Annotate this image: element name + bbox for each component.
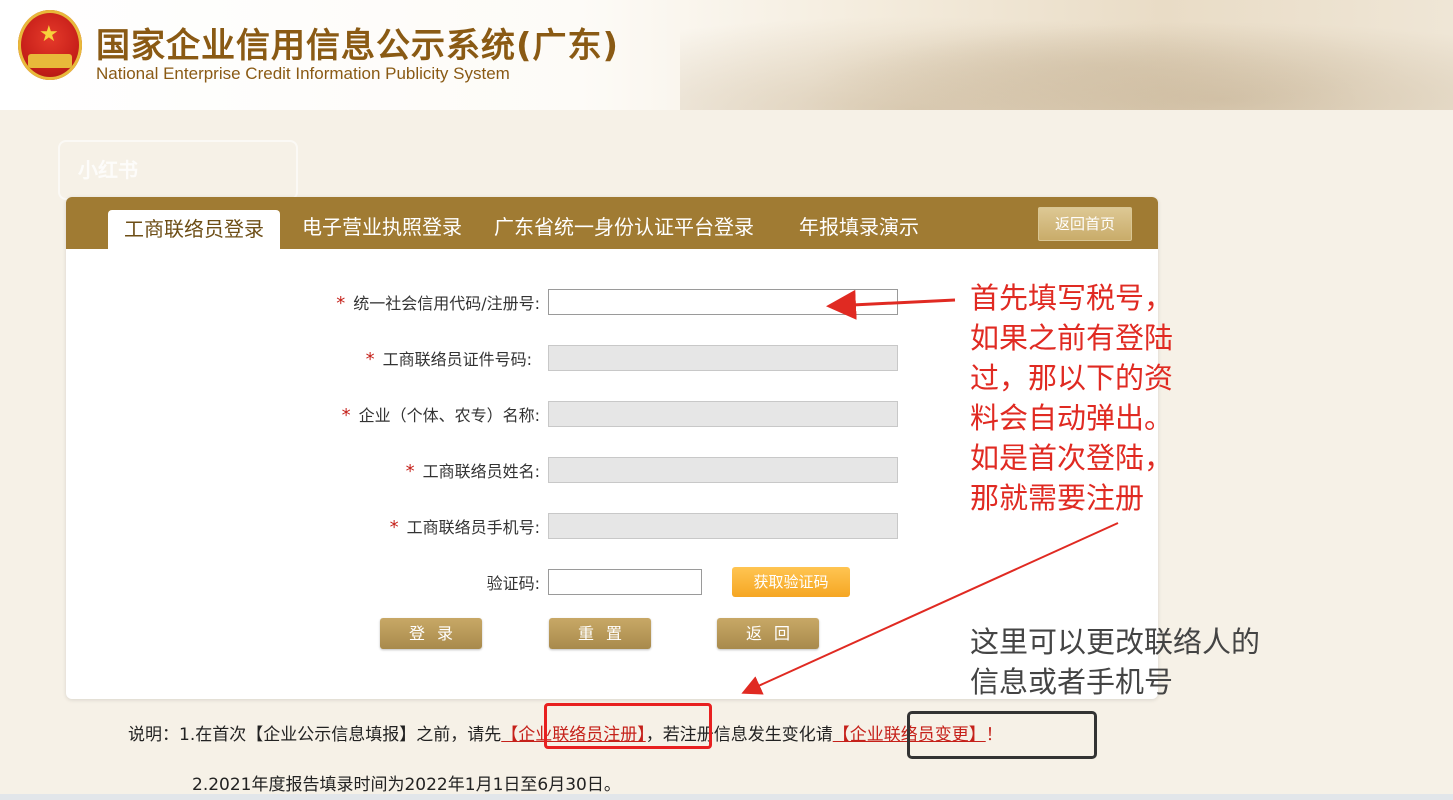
arrow-to-register-link-icon bbox=[741, 522, 1119, 695]
bottom-scroll-edge bbox=[0, 794, 1453, 800]
arrow-to-credit-code-icon bbox=[826, 289, 956, 320]
change-link-highlight bbox=[907, 711, 1097, 759]
register-link-highlight bbox=[544, 703, 712, 749]
annotation-arrows bbox=[741, 289, 1119, 695]
instructions-line-2: 2.2021年度报告填录时间为2022年1月1日至6月30日。 bbox=[192, 775, 621, 795]
